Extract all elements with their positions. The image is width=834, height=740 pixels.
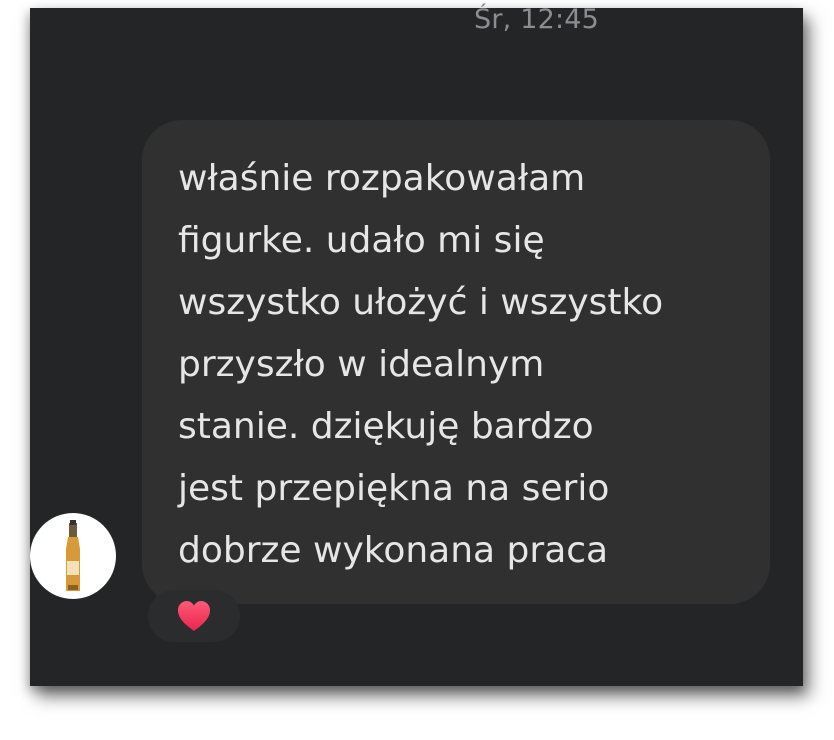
reaction-pill[interactable]: [148, 590, 240, 642]
sender-avatar[interactable]: [30, 513, 116, 599]
heart-icon: [178, 601, 210, 631]
message-text: właśnie rozpakowałam figurke. udało mi s…: [178, 158, 664, 571]
message-timestamp: Śr, 12:45: [473, 4, 599, 35]
chat-window: Śr, 12:45 właśnie rozpakowałam figurke. …: [30, 4, 803, 686]
message-bubble[interactable]: właśnie rozpakowałam figurke. udało mi s…: [142, 120, 770, 604]
bottle-icon: [66, 520, 80, 591]
